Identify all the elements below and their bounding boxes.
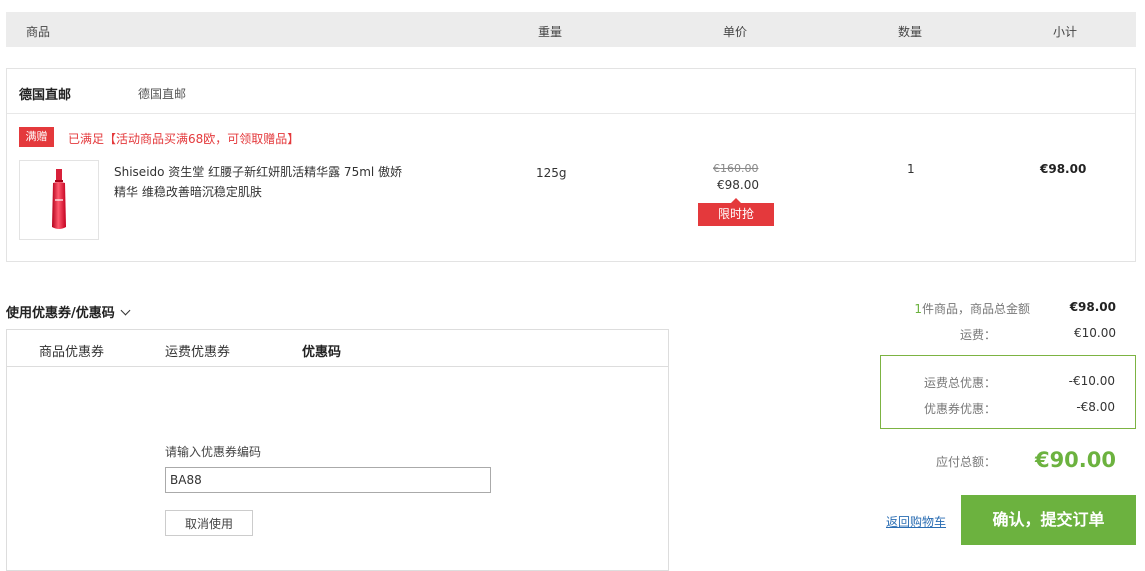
- coupon-panel: 商品优惠券 运费优惠券 优惠码 请输入优惠券编码 取消使用: [6, 329, 669, 571]
- shipping-discount-label: 运费总优惠：: [923, 376, 996, 390]
- promo-code-input[interactable]: [165, 467, 491, 493]
- cancel-coupon-button[interactable]: 取消使用: [165, 510, 253, 536]
- tab-promo-code[interactable]: 优惠码: [302, 341, 341, 360]
- shipping-label: 运费：: [959, 328, 996, 342]
- product-subtotal: €98.00: [1040, 162, 1087, 176]
- header-quantity: 数量: [898, 25, 923, 39]
- items-total-label: 1件商品，商品总金额: [914, 302, 1030, 316]
- promo-text: 已满足【活动商品买满68欧，可领取赠品】: [68, 132, 300, 146]
- product-name[interactable]: Shiseido 资生堂 红腰子新红妍肌活精华露 75ml 傲娇精华 维稳改善暗…: [114, 162, 404, 202]
- coupon-section-title: 使用优惠券/优惠码: [6, 306, 115, 321]
- coupon-section-toggle[interactable]: 使用优惠券/优惠码: [6, 302, 131, 321]
- shipping-value: €10.00: [1074, 326, 1116, 340]
- items-count: 1: [914, 302, 922, 316]
- back-to-cart-link[interactable]: 返回购物车: [886, 513, 946, 530]
- shop-order-card: 德国直邮 德国直邮 满赠 已满足【活动商品买满68欧，可领取赠品】 Shisei…: [6, 68, 1136, 262]
- header-subtotal: 小计: [1053, 25, 1078, 39]
- original-price: €160.00: [713, 162, 759, 175]
- shop-name: 德国直邮: [19, 88, 72, 103]
- product-quantity: 1: [907, 162, 915, 176]
- current-price: €98.00: [717, 178, 759, 192]
- tab-shipping-coupon[interactable]: 运费优惠券: [165, 341, 230, 360]
- header-unit-price: 单价: [723, 25, 748, 39]
- tab-product-coupon[interactable]: 商品优惠券: [39, 341, 104, 360]
- shop-header-row: 德国直邮 德国直邮: [7, 69, 1135, 114]
- items-total-value: €98.00: [1069, 300, 1116, 314]
- flash-sale-tag: 限时抢: [698, 198, 774, 226]
- header-product: 商品: [26, 25, 51, 39]
- cart-table-header: 商品 重量 单价 数量 小计: [6, 12, 1136, 47]
- total-due-value: €90.00: [1034, 448, 1116, 472]
- coupon-tabs: 商品优惠券 运费优惠券 优惠码: [7, 330, 668, 367]
- coupon-discount-value: -€8.00: [1076, 400, 1115, 414]
- shipping-discount-value: -€10.00: [1068, 374, 1115, 388]
- red-serum-bottle-icon: [52, 169, 66, 229]
- product-thumbnail[interactable]: [19, 160, 99, 240]
- ship-from-label: 德国直邮: [138, 87, 187, 101]
- chevron-down-icon: [120, 305, 131, 316]
- product-weight: 125g: [536, 166, 567, 180]
- submit-order-button[interactable]: 确认，提交订单: [961, 495, 1136, 545]
- discount-box: 运费总优惠： -€10.00 优惠券优惠： -€8.00: [880, 355, 1136, 429]
- promo-badge: 满赠: [19, 127, 54, 147]
- coupon-discount-label: 优惠券优惠：: [923, 402, 996, 416]
- header-weight: 重量: [538, 25, 563, 39]
- promo-code-label: 请输入优惠券编码: [165, 445, 262, 459]
